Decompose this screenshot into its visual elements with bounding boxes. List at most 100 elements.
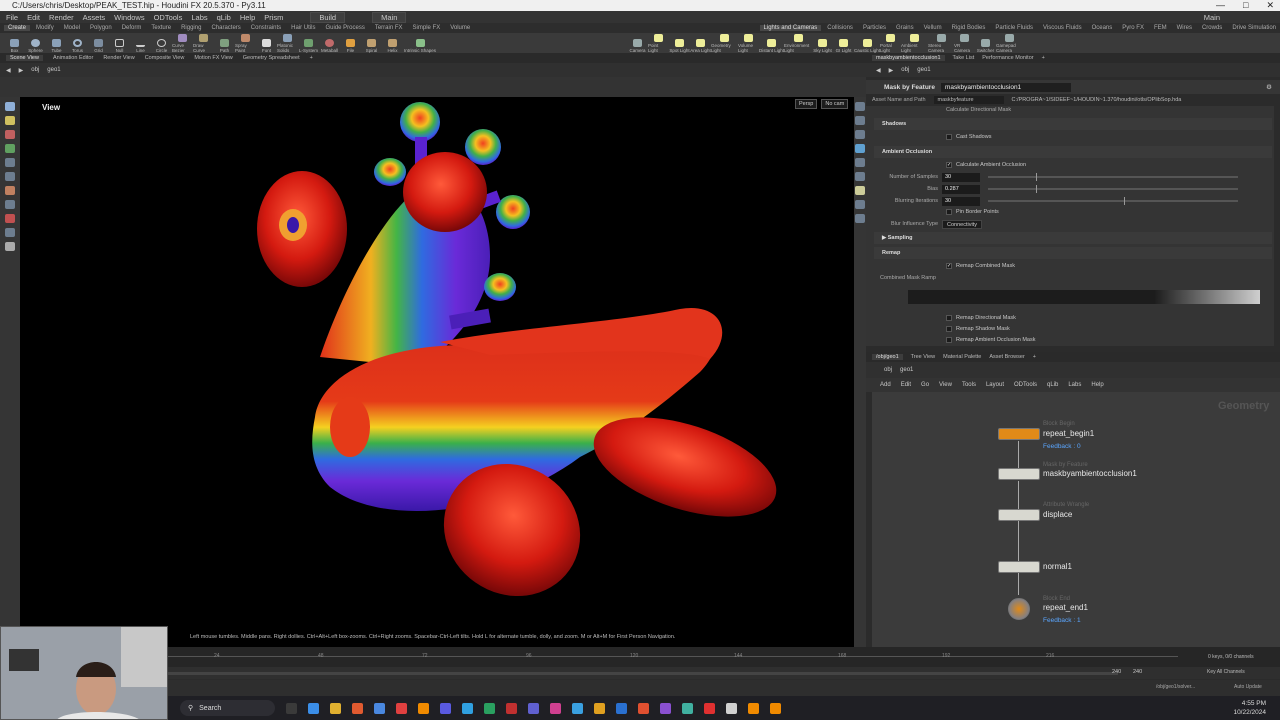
caustic-light-tool[interactable]: Caustic Light <box>854 33 880 53</box>
render-icon[interactable] <box>5 242 15 251</box>
file-tool[interactable]: File <box>340 33 361 53</box>
calc-ao-checkbox[interactable]: ✓ <box>946 162 952 168</box>
minimize-icon[interactable]: — <box>1216 0 1225 11</box>
shelf-tab[interactable]: Rigid Bodies <box>948 25 990 31</box>
tube-tool[interactable]: Tube <box>46 33 67 53</box>
shelf-tab[interactable]: Vellum <box>920 25 946 31</box>
slider-handle[interactable] <box>1036 173 1037 181</box>
shadows-section[interactable]: Shadows <box>874 118 1272 130</box>
remap-section[interactable]: Remap <box>874 247 1272 259</box>
add-tab-icon[interactable]: + <box>1042 55 1045 61</box>
remap-directional-checkbox[interactable] <box>946 315 952 321</box>
node-repeat-end[interactable] <box>1008 598 1030 620</box>
app-icon[interactable] <box>726 702 737 714</box>
vr-camera-tool[interactable]: VR Camera <box>954 33 975 53</box>
range-start-field[interactable]: 240 <box>1112 669 1121 675</box>
menu-file[interactable]: File <box>6 13 18 22</box>
menu-odtools[interactable]: ODTools <box>154 13 183 22</box>
path-obj[interactable]: obj <box>31 67 39 73</box>
distant-light-tool[interactable]: Distant Light <box>759 33 784 53</box>
shelf-tab[interactable]: Hair Utils <box>287 25 319 31</box>
node-name[interactable]: repeat_end1 <box>1043 603 1088 612</box>
remap-shadow-checkbox[interactable] <box>946 326 952 332</box>
gear-icon[interactable]: ⚙ <box>1266 83 1272 91</box>
close-icon[interactable]: ✕ <box>1266 0 1274 11</box>
tab-render-view[interactable]: Render View <box>103 55 134 61</box>
spray-paint-tool[interactable]: Spray Paint <box>235 33 256 53</box>
app-icon[interactable] <box>462 702 473 714</box>
null-tool[interactable]: Null <box>109 33 130 53</box>
helix-tool[interactable]: Helix <box>382 33 403 53</box>
path-geo1[interactable]: geo1 <box>47 67 60 73</box>
menu-assets[interactable]: Assets <box>83 13 106 22</box>
desktop-right-dropdown[interactable]: Main <box>1204 13 1220 22</box>
auto-update-dropdown[interactable]: Auto Update <box>1234 684 1262 690</box>
shelf-tab[interactable]: Modify <box>32 25 58 31</box>
node-normal[interactable] <box>998 561 1040 573</box>
lights-icon[interactable] <box>855 186 865 195</box>
move-icon[interactable] <box>5 116 15 125</box>
scale-icon[interactable] <box>5 144 15 153</box>
houdini-icon[interactable] <box>770 702 781 714</box>
camera-icon[interactable] <box>5 228 15 237</box>
houdini-icon[interactable] <box>748 702 759 714</box>
environment-light-tool[interactable]: Environment Light <box>784 33 812 53</box>
sky-light-tool[interactable]: Sky Light <box>812 33 833 53</box>
menu-edit[interactable]: Edit <box>27 13 40 22</box>
slider-handle[interactable] <box>1124 197 1125 205</box>
volume-light-tool[interactable]: Volume Light <box>738 33 759 53</box>
path-geo1[interactable]: geo1 <box>900 367 913 373</box>
pin-border-checkbox[interactable] <box>946 209 952 215</box>
shelf-tab[interactable]: Crowds <box>1198 25 1226 31</box>
net-menu-add[interactable]: Add <box>880 382 891 388</box>
add-tab-icon[interactable]: + <box>310 55 313 61</box>
shelf-tab[interactable]: FEM <box>1150 25 1171 31</box>
shading-icon[interactable] <box>855 144 865 153</box>
shelf-tab[interactable]: Particles <box>859 25 890 31</box>
portal-light-tool[interactable]: Portal Light <box>880 33 901 53</box>
display-options-icon[interactable] <box>855 102 865 111</box>
app-icon[interactable] <box>440 702 451 714</box>
platonic-tool[interactable]: Platonic Solids <box>277 33 298 53</box>
brush-icon[interactable] <box>5 186 15 195</box>
font-tool[interactable]: Font <box>256 33 277 53</box>
shelf-tab[interactable]: Texture <box>147 25 175 31</box>
cast-shadows-checkbox[interactable] <box>946 134 952 140</box>
sphere-tool[interactable]: Sphere <box>25 33 46 53</box>
samples-field[interactable]: 30 <box>942 172 980 182</box>
persp-dropdown[interactable]: Persp <box>795 99 818 109</box>
view-icon[interactable] <box>5 200 15 209</box>
tab-tree-view[interactable]: Tree View <box>911 354 935 360</box>
back-icon[interactable]: ◀ <box>6 67 11 74</box>
node-name[interactable]: displace <box>1043 510 1072 519</box>
shelf-tab[interactable]: Oceans <box>1088 25 1117 31</box>
switcher-tool[interactable]: Switcher <box>975 33 996 53</box>
build-dropdown[interactable]: Build <box>310 11 346 23</box>
shelf-tab[interactable]: Deform <box>118 25 146 31</box>
node-name[interactable]: maskbyambientocclusion1 <box>1043 469 1137 478</box>
shelf-tab[interactable]: Viscous Fluids <box>1039 25 1086 31</box>
handle-icon[interactable] <box>5 158 15 167</box>
menu-prism[interactable]: Prism <box>264 13 283 22</box>
net-menu-odtools[interactable]: ODTools <box>1014 382 1037 388</box>
snapshot-icon[interactable] <box>855 214 865 223</box>
ambient-light-tool[interactable]: Ambient Light <box>901 33 928 53</box>
bias-field[interactable]: 0.287 <box>942 184 980 194</box>
menu-render[interactable]: Render <box>49 13 74 22</box>
combined-mask-ramp[interactable] <box>908 290 1260 304</box>
app-icon[interactable] <box>704 702 715 714</box>
back-icon[interactable]: ◀ <box>876 67 881 74</box>
node-repeat-begin[interactable] <box>998 428 1040 440</box>
app-icon[interactable] <box>572 702 583 714</box>
shelf-tab[interactable]: Rigging <box>177 25 205 31</box>
normals-icon[interactable] <box>855 158 865 167</box>
tab-performance-monitor[interactable]: Performance Monitor <box>982 55 1033 61</box>
remap-ao-checkbox[interactable] <box>946 337 952 343</box>
shelf-tab[interactable]: Volume <box>446 25 474 31</box>
node-name[interactable]: repeat_begin1 <box>1043 429 1094 438</box>
menu-help[interactable]: Help <box>240 13 255 22</box>
bias-slider[interactable] <box>988 185 1238 193</box>
snap-icon[interactable] <box>5 214 15 223</box>
net-menu-help[interactable]: Help <box>1091 382 1103 388</box>
shelf-tab[interactable]: Simple FX <box>409 25 445 31</box>
